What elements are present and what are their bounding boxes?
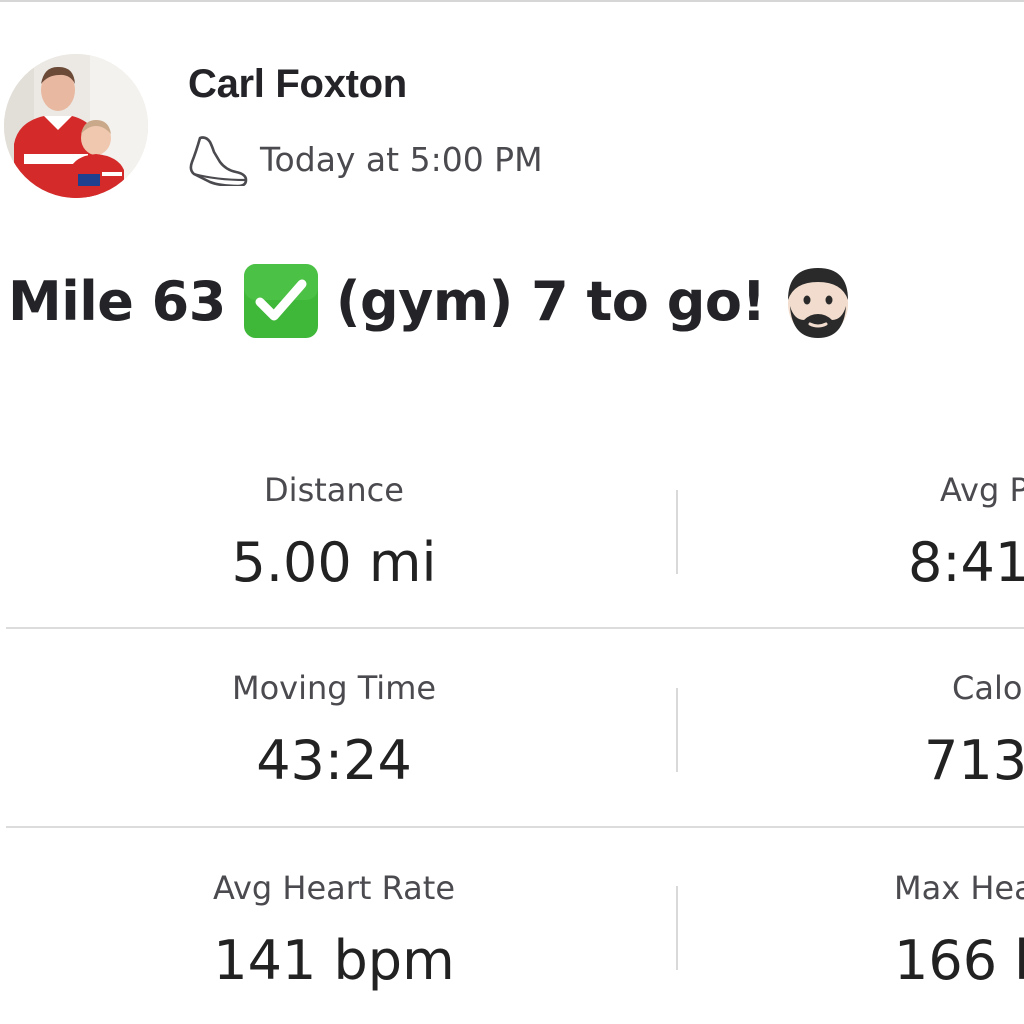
stat-avg-pace: Avg P 8:41 (908, 468, 1024, 598)
stat-label: Moving Time (231, 669, 437, 707)
stat-value: 43:24 (256, 729, 412, 792)
top-divider (0, 0, 1024, 2)
activity-card: Carl Foxton Today at 5:00 PM Mile 63 (gy… (0, 0, 1024, 1024)
activity-title[interactable]: Mile 63 (gym) 7 to go! (8, 262, 870, 340)
athlete-name[interactable]: Carl Foxton (188, 62, 407, 107)
avatar-photo (4, 54, 148, 198)
column-divider (676, 490, 678, 574)
stat-label: Avg P (940, 471, 1024, 509)
stat-value: 5.00 mi (231, 531, 437, 594)
row-divider (6, 627, 1024, 629)
stat-label: Avg Heart Rate (212, 869, 456, 907)
stat-value: 713 (924, 729, 1024, 792)
title-text-part-2: (gym) 7 to go! (335, 269, 766, 333)
column-divider (676, 688, 678, 772)
stat-avg-heart-rate: Avg Heart Rate 141 bpm (4, 866, 664, 996)
stat-value: 8:41 (908, 531, 1024, 594)
stat-max-heart-rate: Max Hea 166 b (894, 866, 1024, 996)
stat-label: Calo (952, 669, 1023, 707)
row-divider (6, 826, 1024, 828)
stat-label: Max Hea (894, 869, 1024, 907)
stat-label: Distance (264, 471, 404, 509)
stat-value: 141 bpm (213, 929, 455, 992)
title-text-part-1: Mile 63 (8, 269, 226, 333)
stat-distance: Distance 5.00 mi (4, 468, 664, 598)
shoe-icon (189, 136, 248, 186)
stat-calories: Calo 713 (924, 666, 1024, 796)
activity-timestamp: Today at 5:00 PM (260, 139, 543, 179)
activity-meta: Today at 5:00 PM (186, 132, 543, 186)
bearded-face-icon (787, 268, 848, 338)
check-mark-button-icon (243, 264, 318, 338)
athlete-avatar[interactable] (4, 54, 148, 198)
stat-moving-time: Moving Time 43:24 (4, 666, 664, 796)
stat-value: 166 b (894, 929, 1024, 992)
column-divider (676, 886, 678, 970)
